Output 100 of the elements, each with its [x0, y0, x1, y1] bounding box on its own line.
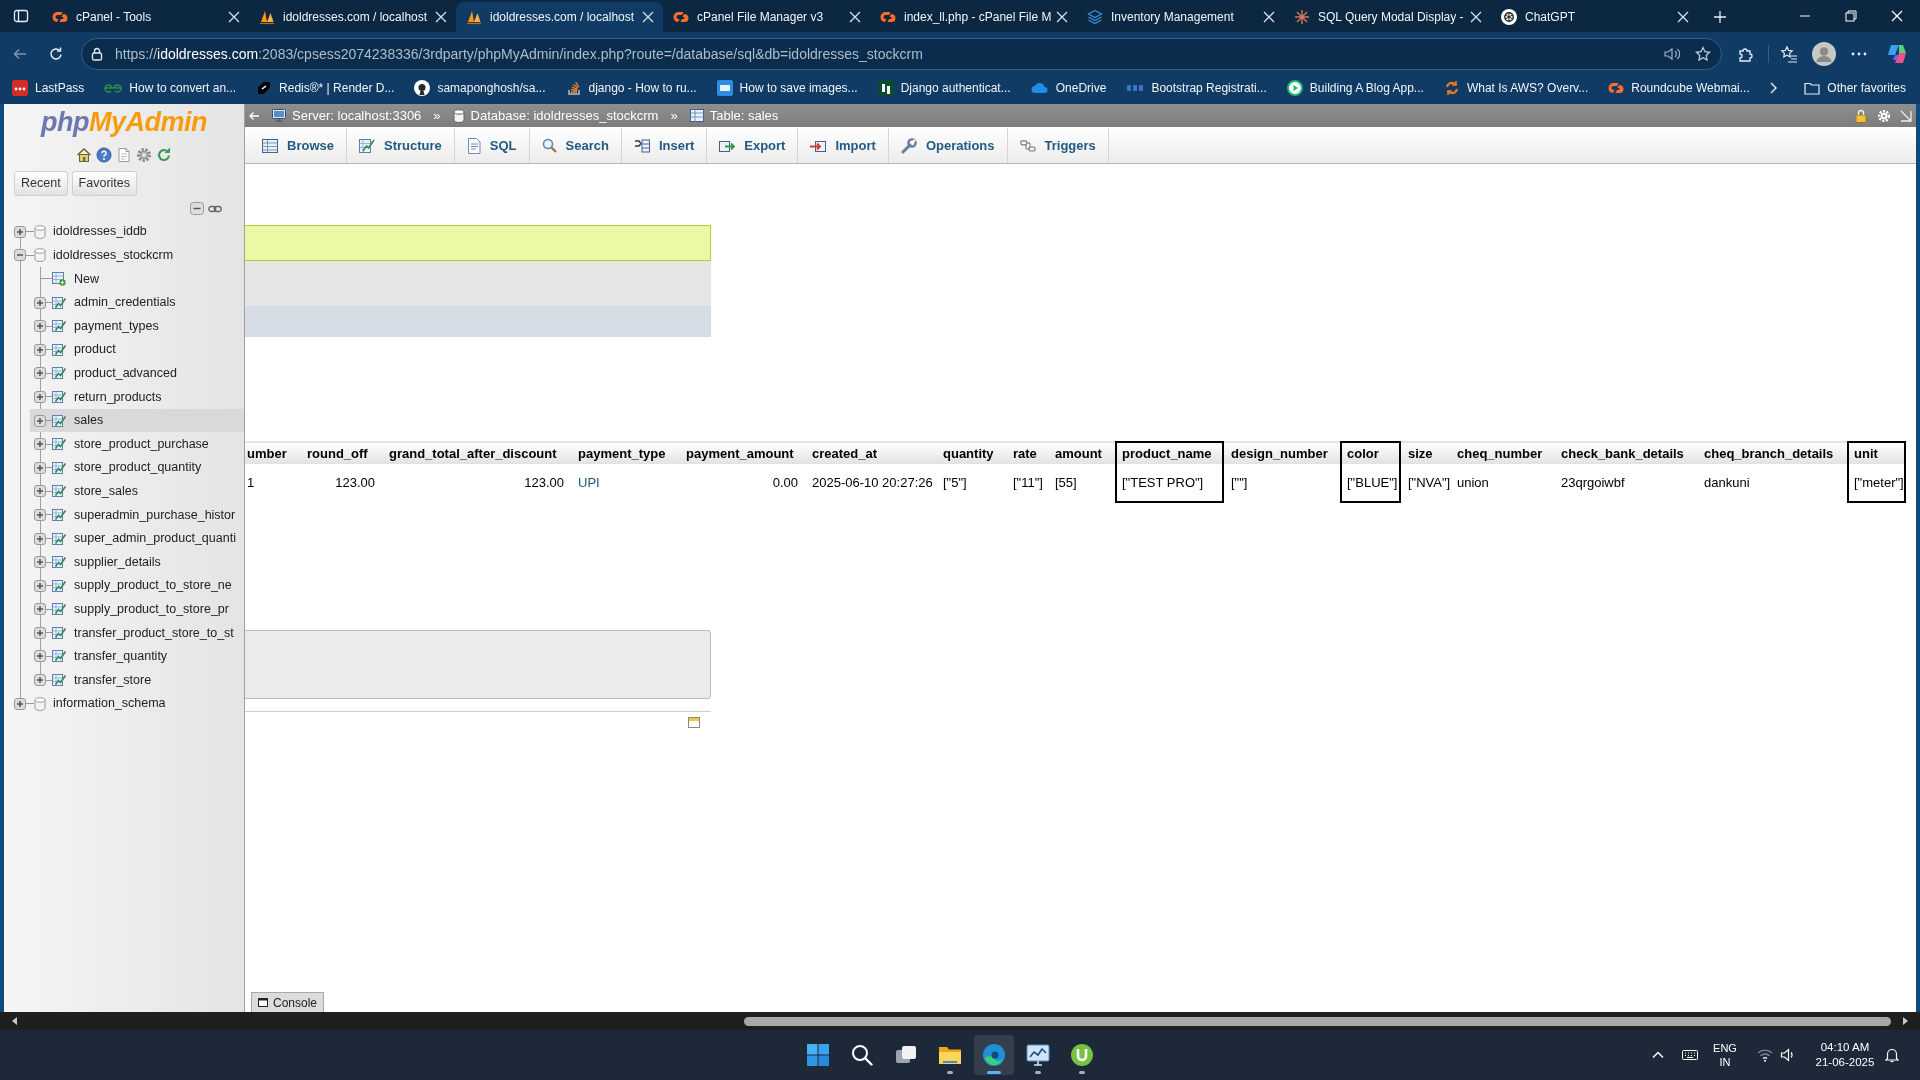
- tree-item[interactable]: store_product_purchase: [30, 432, 244, 456]
- bookmark-link[interactable]: OneDrive: [1024, 77, 1113, 99]
- chevron-right-icon[interactable]: [1768, 81, 1779, 95]
- insert-rows-icon[interactable]: [633, 138, 650, 153]
- nav-button[interactable]: Favorites: [71, 171, 137, 196]
- links-icon[interactable]: [1019, 139, 1036, 152]
- column-header[interactable]: round_off: [300, 441, 382, 464]
- column-header[interactable]: color: [1340, 441, 1401, 464]
- restore-icon[interactable]: [1845, 10, 1857, 22]
- menu-tab[interactable]: Insert: [621, 128, 708, 163]
- bookmark-link[interactable]: django - How to ru...: [559, 77, 703, 99]
- export-icon[interactable]: [719, 138, 736, 153]
- column-header[interactable]: check_bank_details: [1554, 441, 1697, 464]
- document-icon[interactable]: [466, 137, 481, 154]
- server-icon[interactable]: [272, 109, 286, 122]
- home-icon[interactable]: [76, 147, 92, 163]
- corner-arrow-icon[interactable]: [1900, 109, 1912, 122]
- close-icon[interactable]: [228, 11, 240, 23]
- wrench-icon[interactable]: [900, 137, 917, 154]
- bookmark-link[interactable]: Django authenticat...: [871, 77, 1017, 99]
- left-arrow-icon[interactable]: [248, 110, 260, 121]
- logo-icon[interactable]: [1886, 43, 1908, 65]
- settings-icon[interactable]: [136, 147, 152, 163]
- bookmark-folder[interactable]: Other favorites: [1800, 77, 1910, 99]
- menu-tab[interactable]: Export: [707, 128, 799, 163]
- column-header[interactable]: amount: [1048, 441, 1115, 464]
- column-header[interactable]: size: [1401, 441, 1450, 464]
- tree-item[interactable]: return_products: [30, 385, 244, 409]
- expand-icon[interactable]: [34, 650, 46, 663]
- bookmark-link[interactable]: What Is AWS? Overv...: [1437, 77, 1595, 99]
- tree-item[interactable]: superadmin_purchase_histor: [30, 503, 244, 527]
- tree-item[interactable]: store_product_quantity: [30, 455, 244, 480]
- new-tab-icon[interactable]: [1713, 10, 1727, 24]
- speaker-icon[interactable]: [1780, 1047, 1796, 1063]
- puzzle-icon[interactable]: [1737, 45, 1755, 63]
- breadcrumb-link[interactable]: Database: idoldresses_stockcrm: [452, 105, 659, 126]
- column-header[interactable]: payment_type: [571, 441, 679, 464]
- tree-item[interactable]: transfer_quantity: [30, 644, 244, 669]
- import-icon[interactable]: [810, 138, 827, 153]
- tree-item[interactable]: transfer_product_store_to_st: [30, 621, 244, 645]
- expand-icon[interactable]: [34, 485, 46, 498]
- expand-icon[interactable]: [34, 320, 46, 333]
- collapse-all-icon[interactable]: [190, 202, 204, 215]
- back-arrow-icon[interactable]: [12, 46, 28, 62]
- bookmark-link[interactable]: How to convert an...: [98, 77, 243, 99]
- clock-time[interactable]: 04:10 AM: [1820, 1040, 1870, 1055]
- column-header[interactable]: umber: [245, 441, 300, 464]
- wifi-icon[interactable]: [1757, 1047, 1773, 1063]
- expand-icon[interactable]: [34, 296, 46, 309]
- close-icon[interactable]: [1056, 11, 1068, 23]
- link-icon[interactable]: [208, 203, 222, 214]
- bookmark-link[interactable]: samaponghosh/sa...: [408, 77, 552, 99]
- star-icon[interactable]: [1695, 46, 1711, 62]
- table-chart-icon[interactable]: [358, 138, 375, 153]
- breadcrumb-link[interactable]: Server: localhost:3306: [272, 105, 422, 126]
- bookmark-link[interactable]: LastPass: [6, 77, 91, 99]
- menu-tab[interactable]: Operations: [888, 128, 1008, 163]
- clock-date[interactable]: 21-06-2025: [1815, 1055, 1875, 1070]
- expand-icon[interactable]: [34, 579, 46, 592]
- column-header[interactable]: rate: [1006, 441, 1048, 464]
- menu-tab[interactable]: SQL: [454, 128, 530, 163]
- scrollbar-thumb[interactable]: [744, 1016, 1891, 1026]
- column-header[interactable]: design_number: [1224, 441, 1340, 464]
- close-icon[interactable]: [1470, 11, 1482, 23]
- tree-item[interactable]: store_sales: [30, 479, 244, 504]
- document-icon[interactable]: [116, 147, 132, 163]
- bookmark-link[interactable]: Bootstrap Registrati...: [1120, 77, 1273, 99]
- tree-item[interactable]: idoldresses_iddb: [4, 220, 244, 244]
- menu-tab[interactable]: Triggers: [1007, 128, 1109, 163]
- table-icon[interactable]: [262, 138, 278, 153]
- scroll-left-icon[interactable]: [10, 1016, 20, 1026]
- expand-icon[interactable]: [34, 461, 46, 474]
- tree-item[interactable]: New: [30, 267, 244, 291]
- region-indicator[interactable]: IN: [1719, 1055, 1731, 1069]
- tree-item[interactable]: admin_credentials: [30, 290, 244, 315]
- close-icon[interactable]: [849, 11, 861, 23]
- expand-icon[interactable]: [34, 508, 46, 521]
- expand-icon[interactable]: [14, 697, 26, 710]
- console-tab[interactable]: Console: [251, 992, 325, 1012]
- column-header[interactable]: cheq_branch_details: [1697, 441, 1847, 464]
- window-icon[interactable]: [688, 717, 700, 728]
- tree-item[interactable]: super_admin_product_quanti: [30, 526, 244, 551]
- tree-item[interactable]: information_schema: [4, 691, 244, 716]
- tree-item[interactable]: product_advanced: [30, 361, 244, 386]
- expand-icon[interactable]: [34, 390, 46, 403]
- breadcrumb-link[interactable]: Table: sales: [689, 105, 779, 126]
- tree-item[interactable]: payment_types: [30, 314, 244, 338]
- nav-button[interactable]: Recent: [14, 171, 68, 196]
- expand-icon[interactable]: [14, 225, 26, 238]
- tree-item[interactable]: transfer_store: [30, 668, 244, 692]
- column-header[interactable]: unit: [1847, 441, 1906, 464]
- close-icon[interactable]: [435, 11, 447, 23]
- close-icon[interactable]: [1677, 11, 1689, 23]
- menu-tab[interactable]: Search: [529, 128, 622, 163]
- lock-icon[interactable]: [89, 46, 105, 62]
- scroll-right-icon[interactable]: [1900, 1016, 1910, 1026]
- expand-icon[interactable]: [34, 367, 46, 380]
- tree-item[interactable]: supply_product_to_store_ne: [30, 573, 244, 598]
- horizontal-scrollbar[interactable]: [0, 1012, 1920, 1030]
- bookmark-link[interactable]: Redis®* | Render D...: [250, 77, 401, 99]
